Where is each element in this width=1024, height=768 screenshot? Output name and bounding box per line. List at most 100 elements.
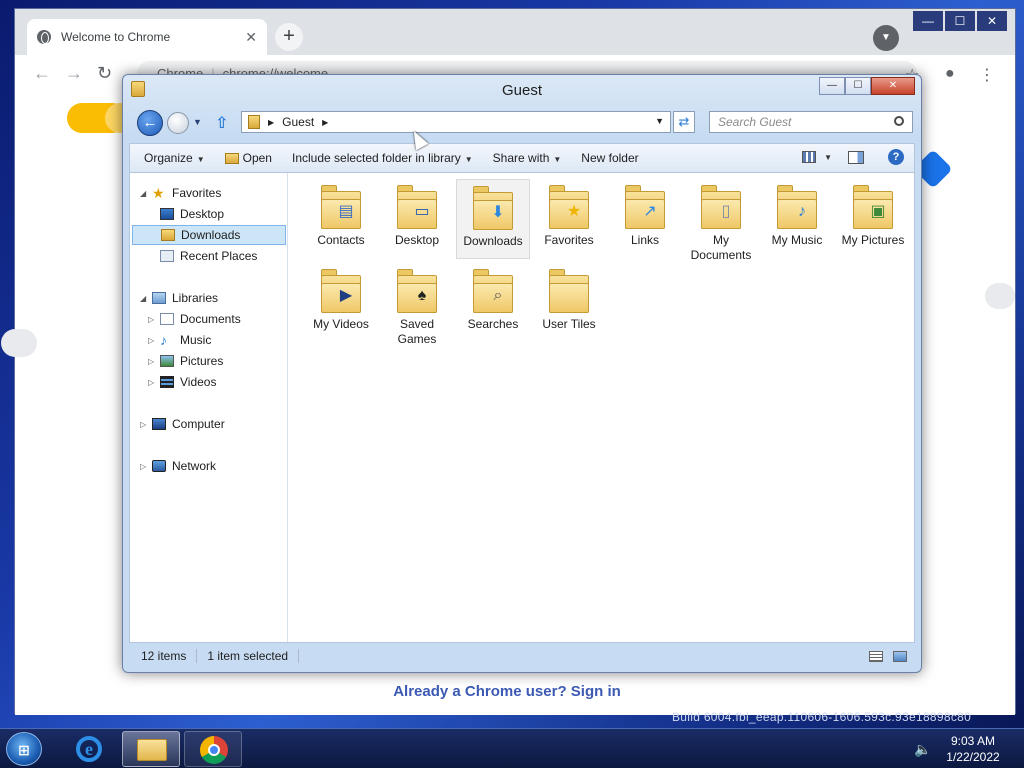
new-tab-button[interactable]: + — [275, 23, 303, 51]
file-label: Favorites — [544, 233, 594, 247]
folder-my-music[interactable]: ♪ My Music — [760, 179, 834, 259]
taskbar-file-explorer[interactable] — [122, 731, 180, 767]
large-icons-view-icon[interactable] — [893, 651, 907, 662]
folder-user-tiles[interactable]: User Tiles — [532, 263, 606, 343]
folder-icon — [248, 115, 260, 129]
folder-contacts[interactable]: ▤ Contacts — [304, 179, 378, 259]
chevron-down-icon[interactable]: ▼ — [824, 153, 832, 162]
collapse-triangle-icon[interactable]: ◢ — [140, 189, 150, 198]
expand-triangle-icon[interactable]: ▷ — [148, 336, 158, 345]
folder-my-videos[interactable]: ▶ My Videos — [304, 263, 378, 343]
music-note-icon: ♪ — [798, 203, 806, 220]
menu-dots-icon[interactable]: ⋮ — [979, 65, 995, 85]
volume-icon[interactable]: 🔈 — [914, 741, 931, 758]
up-arrow-icon[interactable]: ⇧ — [215, 113, 228, 133]
back-arrow-icon[interactable]: ← — [33, 63, 51, 84]
file-list: ▤ Contacts ▭ Desktop ⬇ Downloads ★ Favor… — [290, 173, 916, 642]
address-bar[interactable]: ▶ Guest ▶ ▼ — [241, 111, 671, 133]
file-label: Searches — [467, 317, 519, 331]
minimize-button[interactable]: — — [819, 77, 845, 95]
nav-pictures[interactable]: ▷ Pictures — [148, 351, 223, 371]
folder-desktop[interactable]: ▭ Desktop — [380, 179, 454, 259]
search-icon[interactable] — [894, 116, 904, 126]
tab-search-icon[interactable]: ▼ — [873, 25, 899, 51]
recent-pages-dropdown[interactable]: ▼ — [193, 117, 202, 127]
expand-triangle-icon[interactable]: ▷ — [148, 357, 158, 366]
folder-my-documents[interactable]: ▯ My Documents — [684, 179, 758, 262]
open-folder-icon — [224, 153, 239, 164]
explorer-body: ◢ ★ Favorites Desktop Downloads Recent Pla… — [129, 173, 915, 643]
preview-pane-icon[interactable] — [848, 150, 864, 164]
nav-desktop[interactable]: Desktop — [160, 204, 224, 224]
tab-close-icon[interactable]: ✕ — [245, 29, 257, 46]
file-label: Downloads — [463, 234, 523, 248]
breadcrumb-arrow-icon[interactable]: ▶ — [268, 118, 274, 127]
folder-searches[interactable]: ⌕ Searches — [456, 263, 530, 343]
window-title: Guest — [501, 82, 543, 99]
open-button[interactable]: Open — [215, 151, 282, 165]
folder-my-pictures[interactable]: ▣ My Pictures — [836, 179, 910, 259]
nav-downloads[interactable]: Downloads — [132, 225, 286, 245]
chrome-close-button[interactable]: ✕ — [977, 11, 1007, 31]
folder-saved-games[interactable]: ♠ Saved Games — [380, 263, 454, 346]
file-label: Contacts — [317, 233, 365, 247]
saved-games-folder-icon: ♠ — [397, 269, 437, 313]
videos-icon — [160, 376, 174, 388]
decorative-shape — [985, 283, 1015, 309]
nav-documents[interactable]: ▷ Documents — [148, 309, 241, 329]
chrome-tab-welcome[interactable]: Welcome to Chrome ✕ — [27, 19, 267, 55]
maximize-button[interactable]: ☐ — [845, 77, 871, 95]
search-input[interactable]: Search Guest — [709, 111, 913, 133]
refresh-icon[interactable]: ⇄ — [673, 111, 695, 133]
nav-computer[interactable]: ▷ Computer — [140, 414, 225, 434]
breadcrumb-arrow-icon[interactable]: ▶ — [322, 118, 328, 127]
taskbar-chrome[interactable] — [184, 731, 242, 767]
system-clock[interactable]: 9:03 AM 1/22/2022 — [940, 733, 1006, 765]
organize-button[interactable]: Organize ▼ — [130, 151, 215, 165]
recent-places-icon — [160, 250, 174, 262]
explorer-titlebar[interactable]: Guest — ☐ ✕ — [123, 75, 921, 105]
change-view-icon[interactable] — [802, 151, 817, 163]
nav-label: Recent Places — [180, 249, 258, 263]
back-button[interactable]: ← — [137, 110, 163, 136]
nav-videos[interactable]: ▷ Videos — [148, 372, 216, 392]
chrome-maximize-button[interactable]: ☐ — [945, 11, 975, 31]
chrome-minimize-button[interactable]: — — [913, 11, 943, 31]
start-button[interactable]: ⊞ — [6, 732, 42, 766]
new-folder-button[interactable]: New folder — [571, 151, 648, 165]
downloads-folder-icon: ⬇ — [473, 186, 513, 230]
file-label: User Tiles — [542, 317, 596, 331]
include-label: Include selected folder in library — [291, 151, 461, 165]
breadcrumb-guest[interactable]: Guest — [282, 115, 314, 129]
address-dropdown-icon[interactable]: ▼ — [655, 116, 664, 126]
expand-triangle-icon[interactable]: ▷ — [140, 420, 150, 429]
forward-button[interactable] — [167, 112, 189, 134]
expand-triangle-icon[interactable]: ▷ — [148, 315, 158, 324]
profile-icon[interactable]: ● — [945, 65, 955, 83]
chevron-down-icon: ▼ — [553, 155, 562, 164]
include-in-library-button[interactable]: Include selected folder in library ▼ — [282, 151, 483, 165]
share-with-button[interactable]: Share with ▼ — [483, 151, 572, 165]
collapse-triangle-icon[interactable]: ◢ — [140, 294, 150, 303]
help-icon[interactable]: ? — [888, 149, 904, 165]
nav-libraries[interactable]: ◢ Libraries — [140, 288, 218, 308]
nav-music[interactable]: ▷ ♪ Music — [148, 330, 211, 350]
reload-icon[interactable]: ↻ — [97, 63, 112, 84]
details-view-icon[interactable] — [869, 651, 883, 662]
star-icon: ★ — [152, 185, 165, 201]
folder-links[interactable]: ↗ Links — [608, 179, 682, 259]
forward-arrow-icon[interactable]: → — [65, 63, 83, 84]
expand-triangle-icon[interactable]: ▷ — [148, 378, 158, 387]
computer-icon — [152, 418, 166, 430]
expand-triangle-icon[interactable]: ▷ — [140, 462, 150, 471]
signin-link[interactable]: Already a Chrome user? Sign in — [15, 683, 1015, 700]
nav-network[interactable]: ▷ Network — [140, 456, 216, 476]
globe-icon — [37, 30, 51, 44]
close-button[interactable]: ✕ — [871, 77, 915, 95]
folder-downloads[interactable]: ⬇ Downloads — [456, 179, 530, 259]
file-label: My Music — [771, 233, 823, 247]
folder-favorites[interactable]: ★ Favorites — [532, 179, 606, 259]
nav-favorites[interactable]: ◢ ★ Favorites — [140, 183, 221, 203]
nav-recent-places[interactable]: Recent Places — [160, 246, 257, 266]
taskbar-internet-explorer[interactable]: e — [60, 731, 118, 767]
